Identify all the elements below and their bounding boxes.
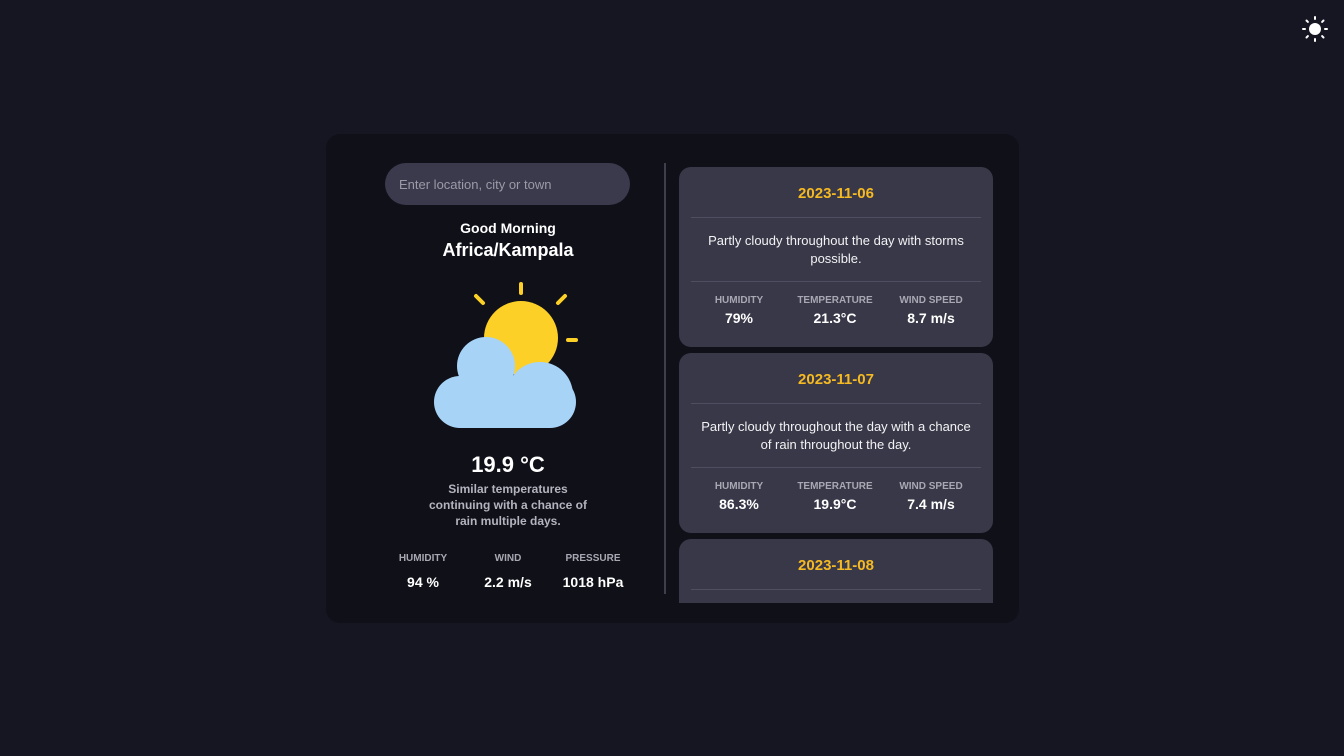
wind-speed-value: 7.4 m/s xyxy=(907,496,955,512)
humidity-stat: HUMIDITY 79% xyxy=(691,295,787,326)
forecast-date: 2023-11-08 xyxy=(798,557,874,574)
wind-speed-stat: WIND SPEED 8.7 m/s xyxy=(883,295,979,326)
forecast-description: Partly cloudy throughout the day with st… xyxy=(708,233,964,266)
partly-cloudy-icon xyxy=(434,282,578,428)
forecast-card: 2023-11-08 xyxy=(679,539,993,603)
pressure-stat: PRESSURE 1018 hPa xyxy=(553,553,633,590)
humidity-value: 86.3% xyxy=(719,496,759,512)
temperature-label: TEMPERATURE xyxy=(797,481,873,492)
temperature-value: 19.9°C xyxy=(813,496,857,512)
wind-speed-label: WIND SPEED xyxy=(899,295,963,306)
weather-app-panel: Good Morning Africa/Kampala 19.9 °C Simi… xyxy=(326,134,1019,623)
humidity-value: 79% xyxy=(724,310,754,326)
forecast-list[interactable]: 2023-11-06 Partly cloudy throughout the … xyxy=(679,167,993,603)
temperature-stat: TEMPERATURE 19.9°C xyxy=(787,481,883,512)
theme-toggle-button[interactable] xyxy=(1300,14,1330,44)
panel-divider xyxy=(664,163,666,594)
greeting-text: Good Morning xyxy=(460,220,556,236)
temperature-stat: TEMPERATURE 21.3°C xyxy=(787,295,883,326)
wind-label: WIND xyxy=(494,553,522,564)
current-description: Similar temperatures continuing with a c… xyxy=(428,482,587,528)
current-weather-panel: Good Morning Africa/Kampala 19.9 °C Simi… xyxy=(326,134,665,623)
wind-stat: WIND 2.2 m/s xyxy=(468,553,548,590)
wind-value: 2.2 m/s xyxy=(484,574,532,590)
forecast-stats: HUMIDITY 86.3% TEMPERATURE 19.9°C WIND S… xyxy=(691,481,981,521)
temperature-value: 21.3°C xyxy=(813,310,857,326)
card-divider xyxy=(691,467,981,468)
card-divider xyxy=(691,217,981,218)
location-title: Africa/Kampala xyxy=(442,240,574,260)
forecast-date: 2023-11-07 xyxy=(798,371,874,388)
wind-speed-value: 8.7 m/s xyxy=(907,310,955,326)
forecast-stats: HUMIDITY 79% TEMPERATURE 21.3°C WIND SPE… xyxy=(691,295,981,335)
card-divider xyxy=(691,589,981,590)
pressure-value: 1018 hPa xyxy=(562,574,624,590)
forecast-description: Partly cloudy throughout the day with a … xyxy=(701,419,971,452)
card-divider xyxy=(691,281,981,282)
card-divider xyxy=(691,403,981,404)
forecast-card: 2023-11-07 Partly cloudy throughout the … xyxy=(679,353,993,533)
current-stats: HUMIDITY 94 % WIND 2.2 m/s PRESSURE 1018… xyxy=(388,553,628,597)
temperature-label: TEMPERATURE xyxy=(797,295,873,306)
forecast-card: 2023-11-06 Partly cloudy throughout the … xyxy=(679,167,993,347)
humidity-stat: HUMIDITY 86.3% xyxy=(691,481,787,512)
forecast-date: 2023-11-06 xyxy=(798,185,874,202)
location-search-input[interactable] xyxy=(385,163,630,205)
humidity-value: 94 % xyxy=(407,574,439,590)
wind-speed-stat: WIND SPEED 7.4 m/s xyxy=(883,481,979,512)
humidity-label: HUMIDITY xyxy=(398,553,448,564)
humidity-label: HUMIDITY xyxy=(714,295,764,306)
wind-speed-label: WIND SPEED xyxy=(899,481,963,492)
current-temperature: 19.9 °C xyxy=(471,452,545,477)
pressure-label: PRESSURE xyxy=(565,553,621,564)
sun-icon xyxy=(1302,16,1328,42)
humidity-stat: HUMIDITY 94 % xyxy=(383,553,463,590)
humidity-label: HUMIDITY xyxy=(714,481,764,492)
